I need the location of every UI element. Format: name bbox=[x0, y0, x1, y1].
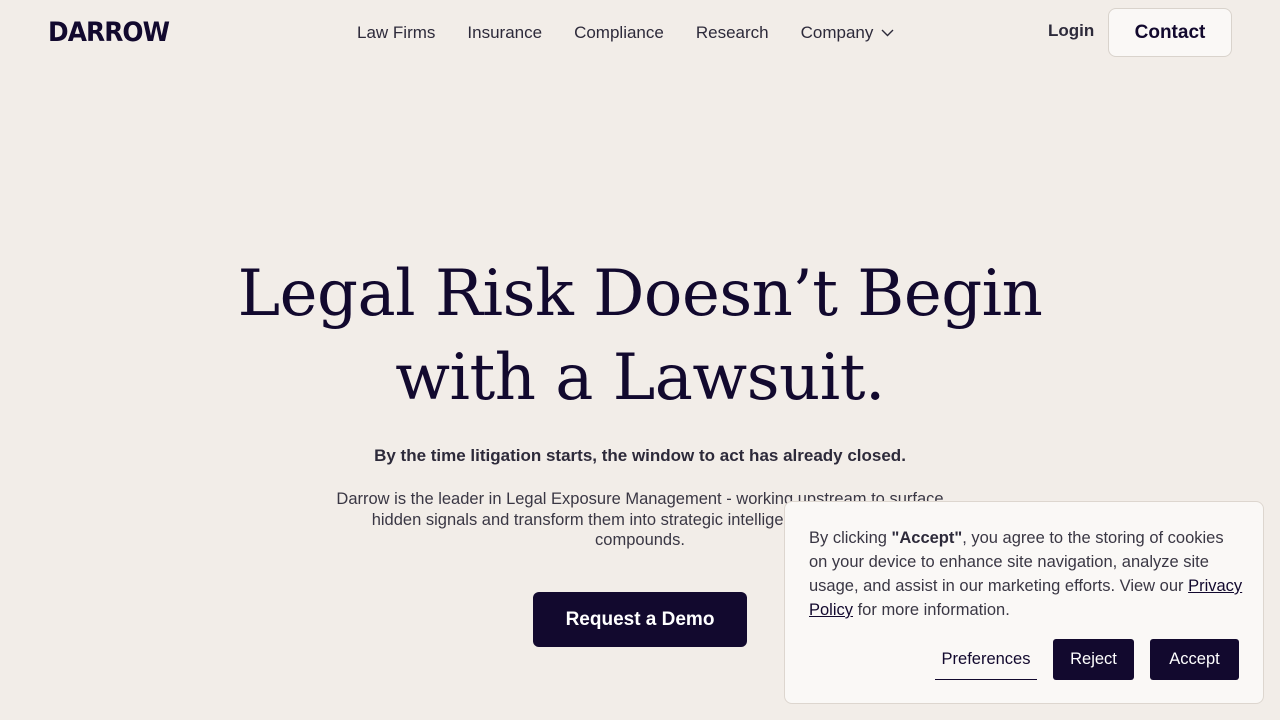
main-nav: Law Firms Insurance Compliance Research … bbox=[357, 20, 894, 46]
darrow-logo[interactable]: DARROW bbox=[48, 17, 170, 49]
hero-title: Legal Risk Doesn’t Begin with a Lawsuit. bbox=[140, 252, 1140, 420]
site-header: DARROW Law Firms Insurance Compliance Re… bbox=[0, 0, 1280, 66]
cookie-banner: By clicking "Accept", you agree to the s… bbox=[784, 501, 1264, 704]
cookie-preferences-button[interactable]: Preferences bbox=[935, 639, 1037, 680]
nav-insurance[interactable]: Insurance bbox=[467, 23, 542, 43]
contact-button[interactable]: Contact bbox=[1108, 8, 1232, 57]
nav-company-label: Company bbox=[800, 23, 874, 42]
hero-subtitle: By the time litigation starts, the windo… bbox=[374, 446, 906, 465]
request-demo-button[interactable]: Request a Demo bbox=[533, 592, 747, 647]
nav-law-firms[interactable]: Law Firms bbox=[357, 23, 435, 43]
nav-research[interactable]: Research bbox=[696, 23, 769, 43]
cookie-text-pre: By clicking bbox=[809, 529, 892, 547]
cookie-text: By clicking "Accept", you agree to the s… bbox=[809, 526, 1245, 622]
cookie-accept-button[interactable]: Accept bbox=[1150, 639, 1239, 680]
chevron-down-icon bbox=[881, 29, 894, 37]
cookie-reject-button[interactable]: Reject bbox=[1053, 639, 1134, 680]
login-link[interactable]: Login bbox=[1048, 21, 1094, 41]
hero-title-line-1: Legal Risk Doesn’t Begin bbox=[237, 257, 1043, 331]
nav-compliance[interactable]: Compliance bbox=[574, 23, 664, 43]
hero-title-line-2: with a Lawsuit. bbox=[395, 341, 885, 415]
cookie-text-accept: "Accept" bbox=[891, 529, 963, 547]
nav-company[interactable]: Company bbox=[801, 23, 895, 43]
cookie-text-post: for more information. bbox=[853, 601, 1010, 619]
